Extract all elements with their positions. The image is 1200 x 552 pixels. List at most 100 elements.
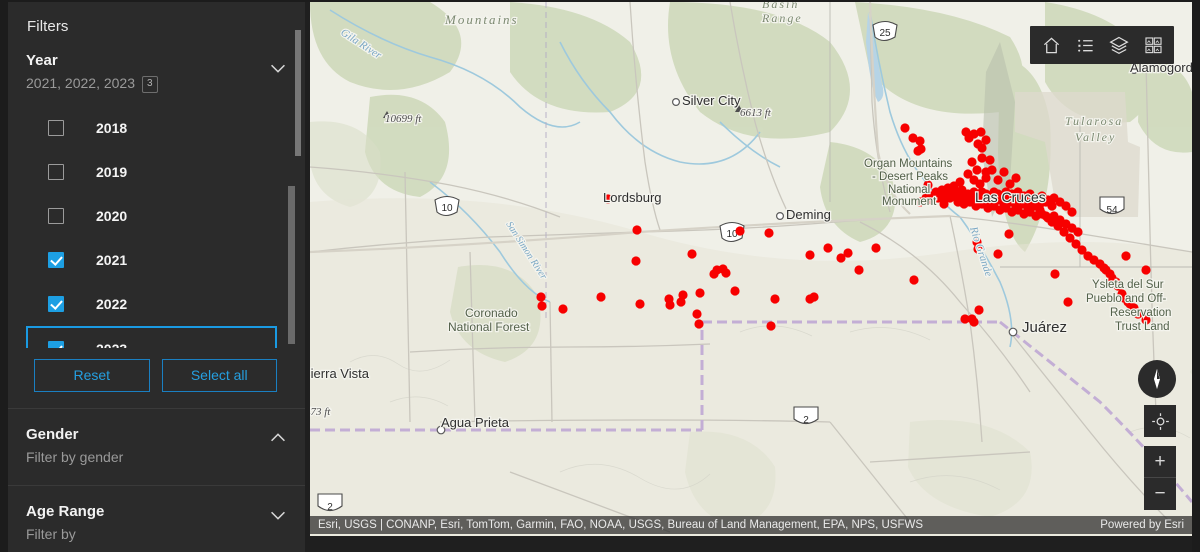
layers-icon[interactable] — [1102, 26, 1136, 64]
map-incident-point[interactable] — [972, 165, 982, 175]
compass-icon[interactable] — [1138, 360, 1176, 398]
year-options-scroll-area[interactable]: 2018 2019 2020 2021 2022 2023 — [26, 106, 295, 348]
map-incident-point[interactable] — [1004, 229, 1014, 239]
filter-year-summary: 2021, 2022, 2023 3 — [26, 73, 251, 94]
checkbox-2021[interactable] — [48, 252, 64, 268]
map-incident-point[interactable] — [735, 226, 745, 236]
filter-section-year: Year 2021, 2022, 2023 3 2018 2019 2020 2021… — [26, 51, 295, 392]
year-option-2019[interactable]: 2019 — [26, 150, 277, 194]
map-incident-point[interactable] — [871, 243, 881, 253]
map-incident-point[interactable] — [665, 300, 675, 310]
map-incident-point[interactable] — [964, 133, 974, 143]
year-option-2022[interactable]: 2022 — [26, 282, 277, 326]
checkbox-2020[interactable] — [48, 208, 64, 224]
basemap-gallery-icon[interactable] — [1136, 26, 1170, 64]
filter-age-title: Age Range — [26, 503, 105, 520]
map-tool-group[interactable] — [1030, 26, 1174, 64]
filters-sidebar[interactable]: Filters Year 2021, 2022, 2023 3 2018 2019… — [0, 0, 305, 552]
map-incident-point[interactable] — [631, 256, 641, 266]
map-incident-point[interactable] — [981, 173, 991, 183]
map-incident-point[interactable] — [969, 317, 979, 327]
locate-icon[interactable] — [1144, 405, 1176, 437]
map-incident-point[interactable] — [1063, 297, 1073, 307]
map-incident-point[interactable] — [854, 265, 864, 275]
map-incident-point[interactable] — [823, 243, 833, 253]
chevron-down-icon[interactable] — [267, 57, 289, 79]
map-incident-point[interactable] — [766, 321, 776, 331]
map-incident-point[interactable] — [985, 155, 995, 165]
checkbox-2019[interactable] — [48, 164, 64, 180]
map-incident-point[interactable] — [974, 305, 984, 315]
year-option-2021[interactable]: 2021 — [26, 238, 277, 282]
map-incident-point[interactable] — [676, 297, 686, 307]
map-incident-point[interactable] — [1067, 207, 1077, 217]
sidebar-scrollbar-thumb[interactable] — [295, 30, 301, 156]
map-incident-point[interactable] — [536, 292, 546, 302]
map-incident-point[interactable] — [537, 301, 547, 311]
map-incident-point[interactable] — [843, 248, 853, 258]
map-label: Range — [761, 11, 803, 25]
year-option-2023[interactable]: 2023 — [26, 326, 277, 348]
year-option-label: 2020 — [96, 208, 128, 224]
map-incident-point[interactable] — [1050, 269, 1060, 279]
map-incident-point[interactable] — [1073, 227, 1083, 237]
map-incident-point[interactable] — [993, 175, 1003, 185]
map-incident-point[interactable] — [694, 319, 704, 329]
map-incident-point[interactable] — [596, 292, 606, 302]
map-incident-point[interactable] — [976, 127, 986, 137]
map-incident-point[interactable] — [1121, 251, 1131, 261]
map-incident-point[interactable] — [635, 299, 645, 309]
year-option-2020[interactable]: 2020 — [26, 194, 277, 238]
filter-year-header[interactable]: Year 2021, 2022, 2023 3 — [26, 51, 295, 94]
map-incident-point[interactable] — [695, 288, 705, 298]
zoom-out-button[interactable]: − — [1144, 478, 1176, 510]
map-canvas[interactable]: .city { font-family: "Liberation Sans", … — [310, 2, 1192, 550]
year-list-scrollbar-track[interactable] — [288, 106, 295, 348]
highway-shield-label: 10 — [441, 203, 453, 214]
map-incident-point[interactable] — [987, 165, 997, 175]
checkbox-2018[interactable] — [48, 120, 64, 136]
map-incident-point[interactable] — [913, 146, 923, 156]
map-incident-point[interactable] — [900, 123, 910, 133]
chevron-up-icon[interactable] — [267, 427, 289, 449]
filter-section-age-range[interactable]: Age Range Filter by — [8, 486, 305, 552]
map-incident-point[interactable] — [805, 294, 815, 304]
map-incident-point[interactable] — [709, 269, 719, 279]
legend-icon[interactable] — [1068, 26, 1102, 64]
sidebar-scrollbar-track[interactable] — [295, 16, 303, 552]
year-options-list[interactable]: 2018 2019 2020 2021 2022 2023 — [26, 106, 295, 348]
map-incident-point[interactable] — [915, 136, 925, 146]
map-incident-point[interactable] — [909, 275, 919, 285]
reset-button[interactable]: Reset — [34, 359, 150, 392]
year-list-scrollbar-thumb[interactable] — [288, 186, 295, 344]
home-icon[interactable] — [1034, 26, 1068, 64]
map-incident-point[interactable] — [558, 304, 568, 314]
map-incident-point[interactable] — [764, 228, 774, 238]
highway-shield-label: 54 — [1106, 205, 1118, 216]
map-incident-point[interactable] — [687, 249, 697, 259]
map-incident-point[interactable] — [632, 225, 642, 235]
map-incident-point[interactable] — [977, 143, 987, 153]
map-incident-point[interactable] — [960, 314, 970, 324]
zoom-in-button[interactable]: + — [1144, 446, 1176, 478]
map-incident-point[interactable] — [977, 153, 987, 163]
map-incident-point[interactable] — [1011, 173, 1021, 183]
map-incident-point[interactable] — [981, 135, 991, 145]
checkbox-2022[interactable] — [48, 296, 64, 312]
year-option-2018[interactable]: 2018 — [26, 106, 277, 150]
select-all-button[interactable]: Select all — [161, 359, 277, 392]
map-incident-point[interactable] — [770, 294, 780, 304]
map-incident-point[interactable] — [967, 157, 977, 167]
filter-section-gender[interactable]: Gender Filter by gender — [8, 409, 305, 485]
map-incident-point[interactable] — [692, 309, 702, 319]
map-incident-point[interactable] — [1141, 265, 1151, 275]
chevron-down-icon-age[interactable] — [267, 504, 289, 526]
zoom-controls[interactable]: + − — [1144, 446, 1176, 510]
map-incident-point[interactable] — [718, 264, 728, 274]
map-incident-point[interactable] — [730, 286, 740, 296]
map-incident-point[interactable] — [993, 249, 1003, 259]
map-incident-point[interactable] — [1099, 263, 1109, 273]
checkbox-2023[interactable] — [48, 341, 64, 348]
map-incident-point[interactable] — [805, 250, 815, 260]
map-incident-point[interactable] — [999, 167, 1009, 177]
